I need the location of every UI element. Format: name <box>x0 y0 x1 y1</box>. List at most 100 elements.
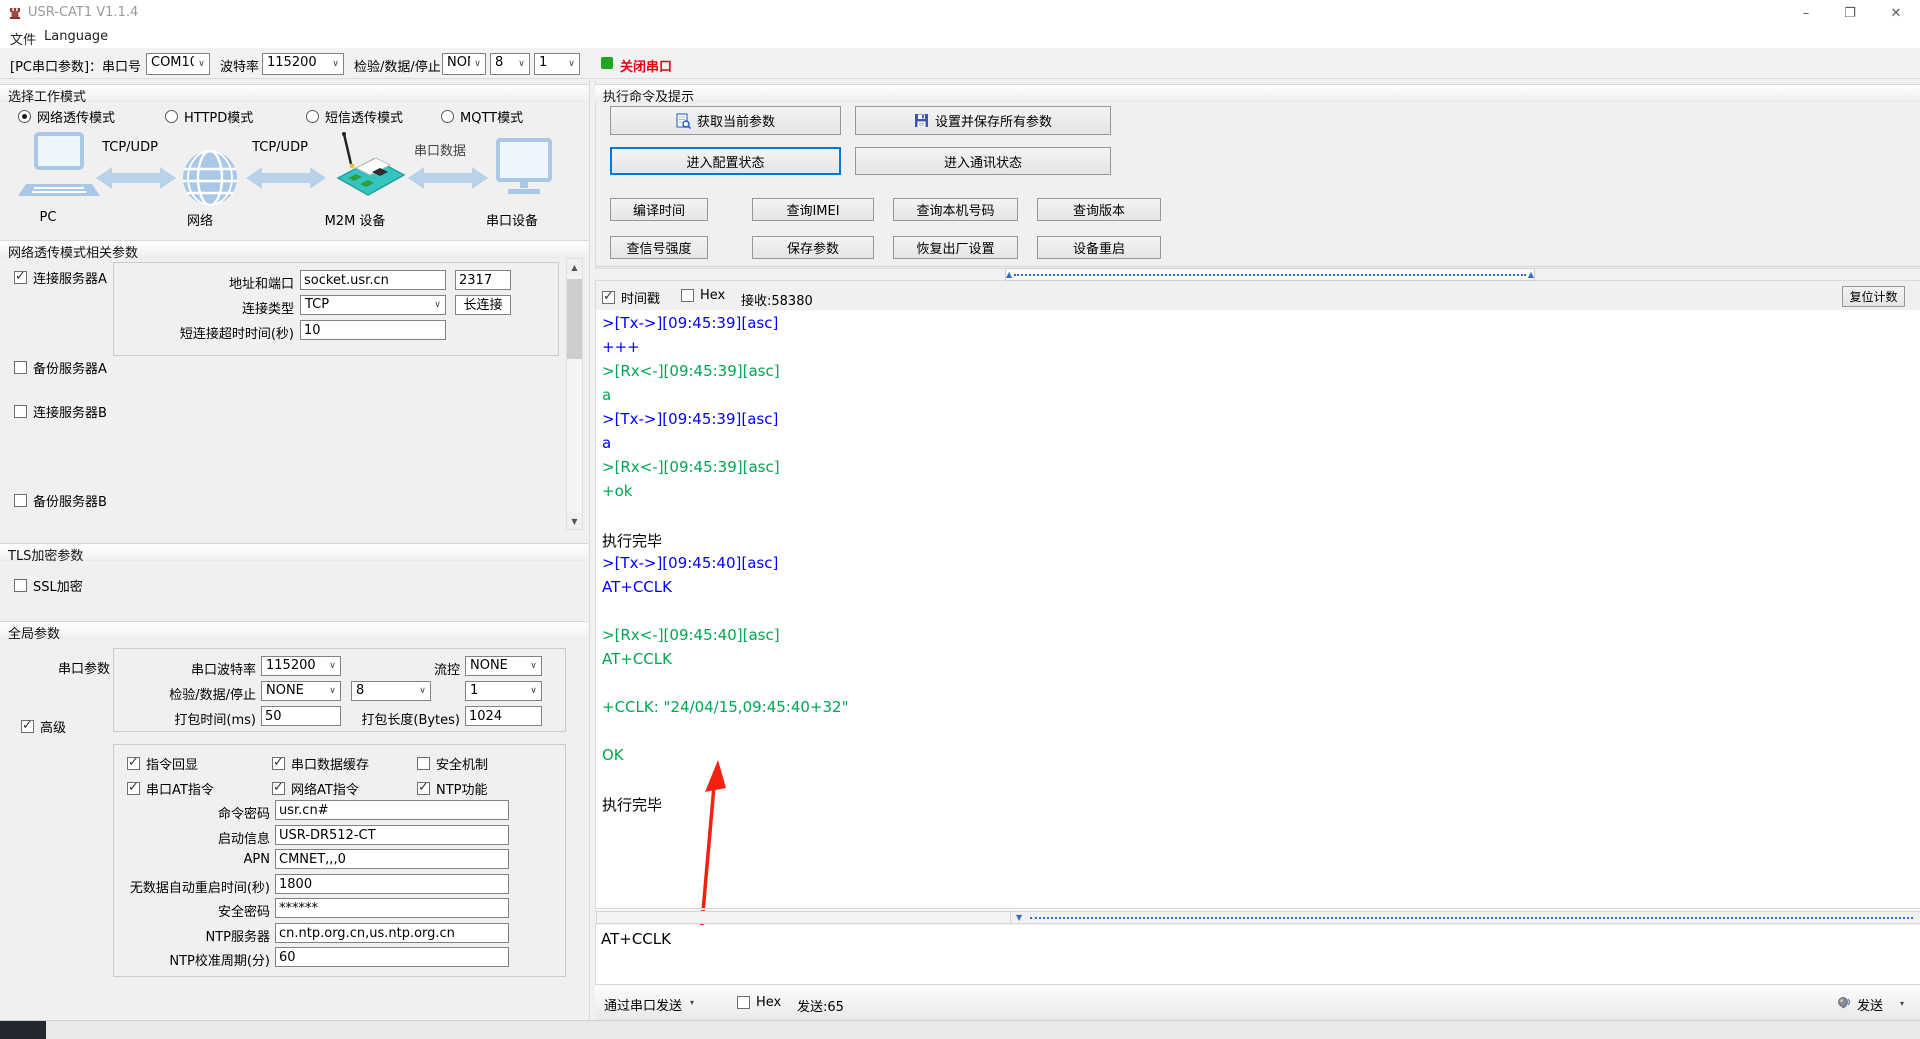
com-port-select[interactable]: COM10 ∨ <box>146 53 210 75</box>
link-label-tcpudp-1: TCP/UDP <box>88 140 172 155</box>
query-version-button[interactable]: 查询版本 <box>1037 198 1161 221</box>
databits-value: 8 <box>491 54 514 74</box>
flow-value: NONE <box>466 657 526 675</box>
compile-time-button[interactable]: 编译时间 <box>610 198 708 221</box>
set-save-params-button[interactable]: 设置并保存所有参数 <box>855 106 1111 135</box>
radio-httpd-mode[interactable]: HTTPD模式 <box>165 107 253 126</box>
checkbox-send-hex[interactable]: Hex <box>737 995 781 1010</box>
server-a-address-input[interactable]: socket.usr.cn <box>300 270 446 290</box>
net-params-scrollbar[interactable]: ▲ ▼ <box>566 258 583 530</box>
ntp-server-input[interactable]: cn.ntp.org.cn,us.ntp.org.cn <box>275 923 509 943</box>
scrollbar-thumb[interactable] <box>567 279 582 359</box>
sent-count: 发送:65 <box>797 996 844 1015</box>
databits-select[interactable]: 8 ∨ <box>490 53 530 75</box>
conn-mode-box[interactable]: 长连接 <box>455 295 511 315</box>
chevron-down-icon: ∨ <box>526 682 541 700</box>
g-parity-select[interactable]: NONE ∨ <box>261 681 341 701</box>
recv-count: 接收:58380 <box>741 290 813 309</box>
conn-type-select[interactable]: TCP ∨ <box>300 295 446 315</box>
log-line: +++ <box>602 338 1920 362</box>
parity-select[interactable]: NONI ∨ <box>442 53 486 75</box>
auto-restart-input[interactable]: 1800 <box>275 874 509 894</box>
ntp-server-label: NTP服务器 <box>120 926 270 945</box>
g-baud-select[interactable]: 115200 ∨ <box>261 656 341 676</box>
radio-sms-mode[interactable]: 短信透传模式 <box>306 107 403 126</box>
log-hscrollbar[interactable]: ▲ ▲ <box>595 268 1920 281</box>
checkbox-icon <box>272 757 285 770</box>
send-hscrollbar[interactable]: ▼ <box>595 911 1920 924</box>
checkbox-ssl[interactable]: SSL加密 <box>14 576 83 595</box>
get-params-button[interactable]: 获取当前参数 <box>610 106 841 135</box>
device-restart-button[interactable]: 设备重启 <box>1037 236 1161 259</box>
baud-select[interactable]: 115200 ∨ <box>262 53 344 75</box>
scroll-down-icon[interactable]: ▼ <box>567 513 582 529</box>
apn-input[interactable]: CMNET,,,0 <box>275 849 509 869</box>
restore-button[interactable]: ❐ <box>1830 0 1870 26</box>
radio-icon <box>441 110 454 123</box>
checkbox-security[interactable]: 安全机制 <box>417 754 488 773</box>
checkbox-log-hex[interactable]: Hex <box>681 288 725 303</box>
checkbox-label: 网络AT指令 <box>291 779 359 798</box>
log-line: 执行完毕 <box>602 794 1920 818</box>
checkbox-backup-server-b[interactable]: 备份服务器B <box>14 491 107 510</box>
stopbits-select[interactable]: 1 ∨ <box>534 53 580 75</box>
checkbox-serial-at[interactable]: 串口AT指令 <box>127 779 214 798</box>
reset-counter-button[interactable]: 复位计数 <box>1842 286 1905 307</box>
checkbox-backup-server-a[interactable]: 备份服务器A <box>14 358 107 377</box>
floppy-icon <box>914 113 929 128</box>
ntp-period-input[interactable]: 60 <box>275 947 509 967</box>
scrollbar-thumb[interactable] <box>596 911 1011 924</box>
send-button[interactable]: 发送 <box>1857 995 1883 1014</box>
enter-comm-state-button[interactable]: 进入通讯状态 <box>855 147 1111 175</box>
checkbox-ntp[interactable]: NTP功能 <box>417 779 488 798</box>
log-output[interactable]: >[Tx->][09:45:39][asc] +++ >[Rx<-][09:45… <box>596 310 1920 908</box>
menu-file[interactable]: 文件 <box>10 29 36 48</box>
title-bar: USR-CAT1 V1.1.4 – ❐ ✕ <box>0 0 1920 26</box>
boot-info-input[interactable]: USR-DR512-CT <box>275 825 509 845</box>
security-password-input[interactable]: ****** <box>275 898 509 918</box>
log-line: AT+CCLK <box>602 650 1920 674</box>
scroll-up-icon[interactable]: ▲ <box>567 259 582 275</box>
factory-reset-button[interactable]: 恢复出厂设置 <box>893 236 1018 259</box>
checkbox-icon <box>272 782 285 795</box>
checkbox-advanced[interactable]: 高级 <box>21 717 66 736</box>
checkbox-cmd-echo[interactable]: 指令回显 <box>127 754 198 773</box>
dropdown-icon[interactable]: ▾ <box>1900 999 1904 1008</box>
g-parity-value: NONE <box>262 682 325 700</box>
flow-select[interactable]: NONE ∨ <box>465 656 542 676</box>
radio-mqtt-mode[interactable]: MQTT模式 <box>441 107 523 126</box>
checkbox-serial-cache[interactable]: 串口数据缓存 <box>272 754 369 773</box>
checkbox-net-at[interactable]: 网络AT指令 <box>272 779 359 798</box>
dropdown-icon[interactable]: ▾ <box>690 998 694 1007</box>
menu-language[interactable]: Language <box>44 29 108 44</box>
close-button[interactable]: ✕ <box>1876 0 1916 26</box>
close-serial-button[interactable]: 关闭串口 <box>620 56 672 75</box>
button-label: 获取当前参数 <box>697 111 775 130</box>
log-line <box>602 506 1920 530</box>
cmd-password-label: 命令密码 <box>120 803 270 822</box>
minimize-button[interactable]: – <box>1786 0 1826 26</box>
g-stopbits-select[interactable]: 1 ∨ <box>465 681 542 701</box>
query-signal-button[interactable]: 查信号强度 <box>610 236 708 259</box>
server-a-port-input[interactable]: 2317 <box>455 270 511 290</box>
query-phone-number-button[interactable]: 查询本机号码 <box>893 198 1018 221</box>
checkbox-server-b[interactable]: 连接服务器B <box>14 402 107 421</box>
pack-time-input[interactable]: 50 <box>261 706 341 726</box>
log-line <box>602 722 1920 746</box>
send-textarea[interactable]: AT+CCLK <box>596 925 1920 984</box>
checkbox-server-a[interactable]: 连接服务器A <box>14 268 107 287</box>
enter-config-state-button[interactable]: 进入配置状态 <box>610 147 841 175</box>
query-imei-button[interactable]: 查询IMEI <box>752 198 874 221</box>
g-databits-select[interactable]: 8 ∨ <box>351 681 431 701</box>
save-params-button[interactable]: 保存参数 <box>752 236 874 259</box>
serial-params-label: 串口参数 <box>30 658 110 677</box>
checkbox-icon <box>681 289 694 302</box>
node-label-network: 网络 <box>170 210 230 229</box>
cmd-password-input[interactable]: usr.cn# <box>275 800 509 820</box>
scrollbar-thumb[interactable]: ▲ ▲ <box>1005 268 1535 281</box>
short-conn-timeout-input[interactable]: 10 <box>300 320 446 340</box>
radio-net-transparent-mode[interactable]: 网络透传模式 <box>18 107 115 126</box>
checkbox-timestamp[interactable]: 时间戳 <box>602 288 660 307</box>
pack-len-input[interactable]: 1024 <box>465 706 542 726</box>
send-via-serial-button[interactable]: 通过串口发送 <box>604 995 682 1014</box>
